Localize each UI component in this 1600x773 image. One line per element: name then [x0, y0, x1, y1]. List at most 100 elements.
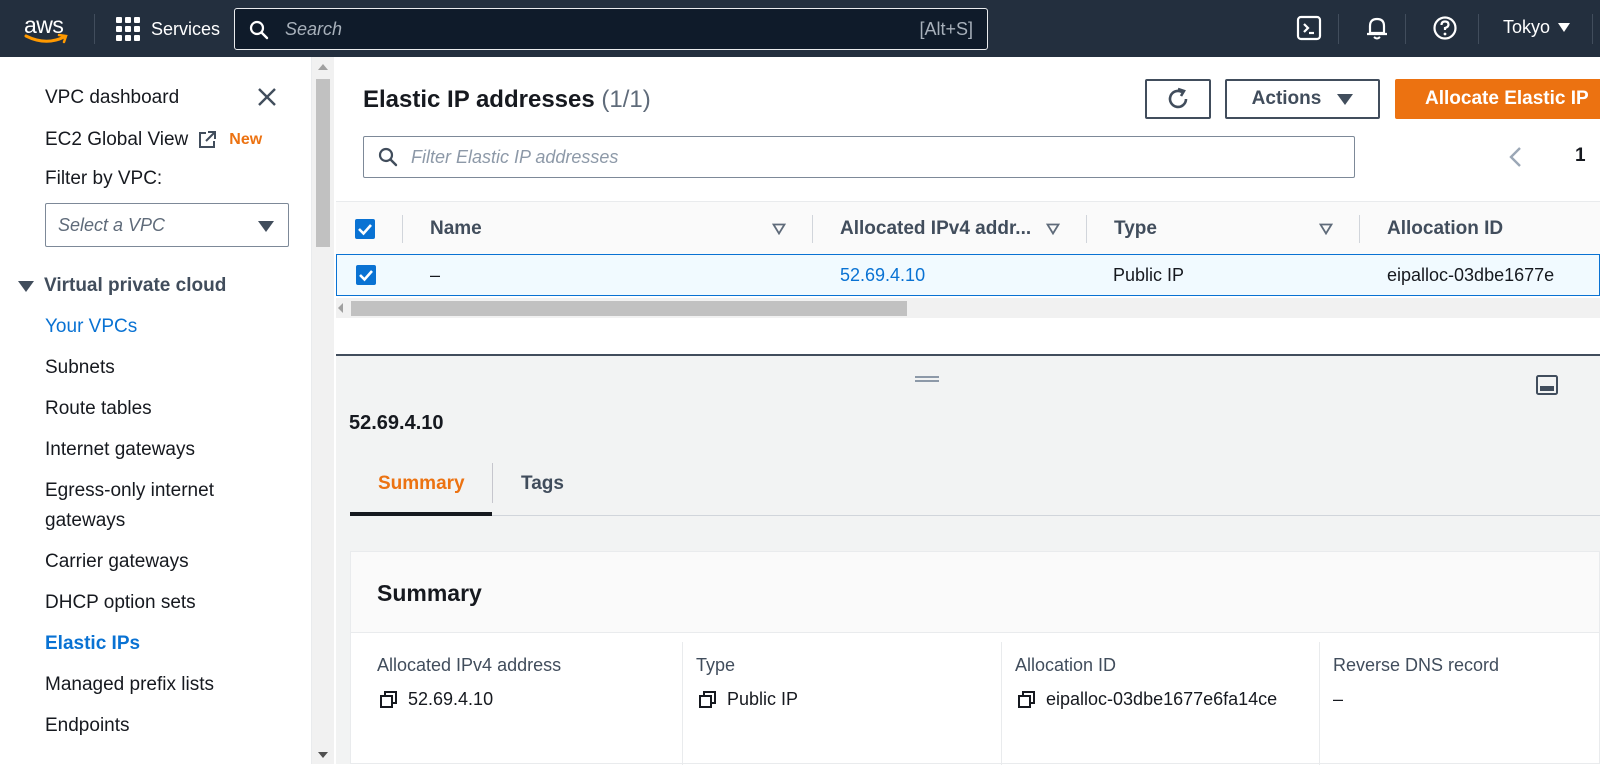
field-label: Type: [696, 655, 736, 675]
actions-button[interactable]: Actions: [1225, 79, 1380, 119]
panel-position-icon[interactable]: [1535, 373, 1559, 397]
sidebar-item-elastic-ips[interactable]: Elastic IPs: [45, 633, 140, 655]
sidebar-item-internet-gateways[interactable]: Internet gateways: [45, 439, 195, 461]
field-value: eipalloc-03dbe1677e6fa14ce: [1017, 689, 1277, 710]
column-divider: [682, 642, 683, 765]
row-checkbox[interactable]: [356, 265, 376, 285]
field-value: –: [1333, 689, 1344, 709]
search-icon: [378, 147, 398, 167]
sidebar-item-subnets[interactable]: Subnets: [45, 357, 115, 379]
actions-label: Actions: [1251, 88, 1322, 109]
field-label: Allocation ID: [1015, 655, 1117, 675]
filter-input[interactable]: Filter Elastic IP addresses: [363, 136, 1355, 178]
main-content: Elastic IP addresses (1/1) Actions Alloc…: [336, 57, 1600, 765]
nav-divider: [94, 14, 95, 44]
search-placeholder: Search: [285, 19, 343, 39]
sidebar-item-egress-only-gateways[interactable]: Egress-only internet: [45, 480, 214, 502]
field-value: Public IP: [698, 689, 798, 710]
select-all-checkbox[interactable]: [355, 219, 375, 239]
pagination-page[interactable]: 1: [1575, 145, 1586, 167]
active-tab-indicator: [350, 512, 492, 516]
sort-icon[interactable]: [772, 223, 786, 235]
copy-icon[interactable]: [379, 690, 399, 710]
column-header-name[interactable]: Name: [430, 218, 482, 240]
column-divider: [1359, 215, 1360, 243]
selection-count: (1/1): [601, 86, 651, 113]
column-divider: [812, 215, 813, 243]
column-divider: [1001, 642, 1002, 765]
sidebar-scrollbar[interactable]: [312, 57, 334, 764]
region-selector[interactable]: Tokyo: [1503, 17, 1571, 38]
sort-icon[interactable]: [1046, 223, 1060, 235]
sidebar: VPC dashboard EC2 Global View New Filter…: [0, 57, 312, 764]
cell-allocation-id: eipalloc-03dbe1677e: [1387, 265, 1555, 285]
tab-tags[interactable]: Tags: [521, 473, 564, 495]
sidebar-item-egress-only-gateways-line2[interactable]: gateways: [45, 510, 125, 532]
scroll-up-arrow-icon[interactable]: [318, 64, 328, 70]
close-icon[interactable]: [257, 87, 277, 107]
column-divider: [1319, 642, 1320, 765]
cloudshell-icon[interactable]: [1296, 15, 1322, 41]
scrollbar-thumb[interactable]: [351, 301, 907, 316]
allocate-elastic-ip-button[interactable]: Allocate Elastic IP: [1395, 79, 1600, 119]
vpc-select[interactable]: Select a VPC: [45, 203, 289, 247]
services-menu-button[interactable]: Services: [116, 16, 220, 42]
section-virtual-private-cloud[interactable]: Virtual private cloud: [18, 275, 226, 297]
nav-divider: [1405, 14, 1406, 44]
search-shortcut: [Alt+S]: [919, 19, 973, 39]
caret-down-icon: [258, 221, 274, 232]
aws-smile-icon: [24, 33, 68, 44]
refresh-button[interactable]: [1145, 79, 1211, 119]
page-title-text: Elastic IP addresses: [363, 86, 595, 113]
sidebar-item-carrier-gateways[interactable]: Carrier gateways: [45, 551, 189, 573]
sidebar-item-ec2-global-view[interactable]: EC2 Global View New: [45, 129, 262, 151]
grid-icon: [116, 17, 140, 41]
copy-icon[interactable]: [698, 690, 718, 710]
page-title: Elastic IP addresses (1/1): [363, 86, 651, 114]
refresh-icon: [1168, 87, 1188, 109]
aws-logo[interactable]: aws: [24, 12, 72, 46]
sidebar-item-dhcp-option-sets[interactable]: DHCP option sets: [45, 592, 196, 614]
cell-type: Public IP: [1113, 265, 1185, 285]
help-icon[interactable]: [1432, 15, 1458, 41]
field-label: Reverse DNS record: [1333, 655, 1500, 675]
cell-allocated-ipv4-link[interactable]: 52.69.4.10: [840, 265, 925, 286]
scroll-left-arrow-icon[interactable]: [338, 303, 343, 313]
external-link-icon: [199, 131, 217, 148]
sidebar-item-route-tables[interactable]: Route tables: [45, 398, 152, 420]
nav-divider: [1478, 14, 1479, 44]
column-header-allocation-id[interactable]: Allocation ID: [1387, 218, 1503, 240]
nav-divider: [1338, 14, 1339, 44]
scroll-down-arrow-icon[interactable]: [318, 752, 328, 758]
tab-summary[interactable]: Summary: [378, 473, 465, 495]
scrollbar-thumb[interactable]: [316, 79, 330, 247]
drag-handle-icon[interactable]: [915, 376, 939, 382]
summary-card-header: Summary: [351, 552, 1599, 633]
table-horizontal-scrollbar[interactable]: [336, 298, 1600, 318]
bell-icon[interactable]: [1364, 15, 1390, 41]
field-value-text: eipalloc-03dbe1677e6fa14ce: [1046, 689, 1278, 709]
details-tabs: Summary Tags: [350, 455, 1600, 516]
column-header-type[interactable]: Type: [1114, 218, 1157, 240]
caret-down-icon: [1337, 93, 1354, 105]
column-header-allocated-ipv4[interactable]: Allocated IPv4 addr...: [840, 218, 1031, 240]
caret-down-icon: [18, 280, 34, 292]
field-value-text: Public IP: [727, 689, 799, 709]
search-input[interactable]: Search [Alt+S]: [234, 8, 988, 50]
vpc-select-placeholder: Select a VPC: [58, 215, 166, 235]
details-split-panel: 52.69.4.10 Summary Tags Summary Allocate…: [336, 356, 1600, 765]
chevron-left-icon[interactable]: [1508, 146, 1522, 168]
sidebar-item-your-vpcs[interactable]: Your VPCs: [45, 316, 137, 338]
checkmark-icon: [358, 224, 372, 236]
filter-by-vpc-label: Filter by VPC:: [45, 168, 163, 189]
sidebar-item-endpoints[interactable]: Endpoints: [45, 715, 130, 737]
filter-placeholder: Filter Elastic IP addresses: [411, 147, 619, 167]
table-row[interactable]: – 52.69.4.10 Public IP eipalloc-03dbe167…: [336, 254, 1600, 296]
sidebar-item-vpc-dashboard[interactable]: VPC dashboard: [45, 87, 179, 109]
details-title: 52.69.4.10: [349, 412, 444, 434]
sort-icon[interactable]: [1319, 223, 1333, 235]
sidebar-item-managed-prefix-lists[interactable]: Managed prefix lists: [45, 674, 214, 696]
caret-down-icon: [1558, 23, 1571, 32]
copy-icon[interactable]: [1017, 690, 1037, 710]
region-label: Tokyo: [1503, 17, 1551, 37]
